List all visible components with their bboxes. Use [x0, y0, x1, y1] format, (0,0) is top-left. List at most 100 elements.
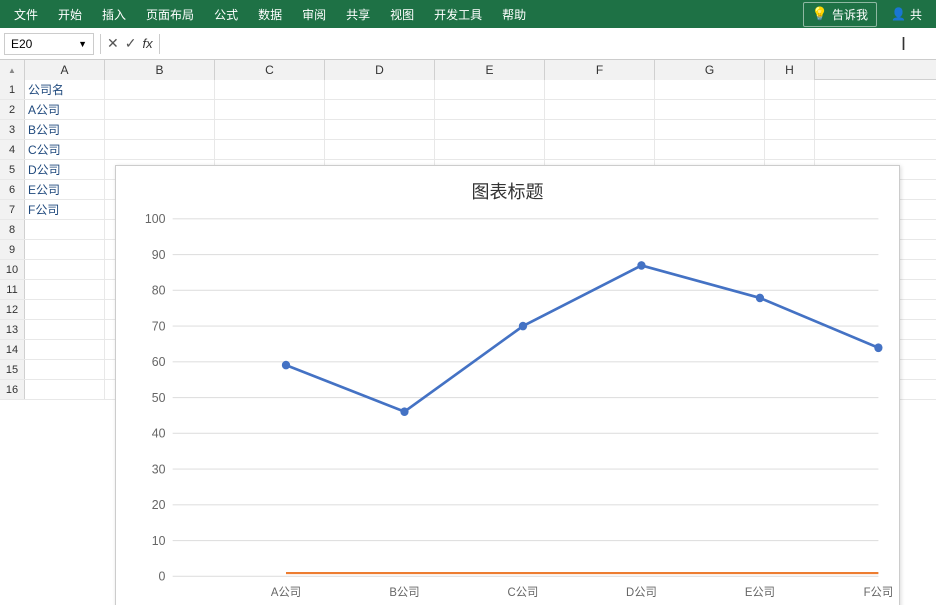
- tell-me-label: 告诉我: [832, 6, 868, 23]
- chart-area[interactable]: 图表标题 100 90 80 70 60 50 40 30 20 10 0: [115, 165, 900, 605]
- cell-d2[interactable]: [325, 100, 435, 119]
- cell-e3[interactable]: [435, 120, 545, 139]
- cell-c1[interactable]: [215, 80, 325, 99]
- row-number: 3: [0, 120, 25, 139]
- menu-insert[interactable]: 插入: [92, 2, 136, 27]
- table-row[interactable]: 2 A公司: [0, 100, 936, 120]
- cell-a7[interactable]: F公司: [25, 200, 105, 219]
- cell-d3[interactable]: [325, 120, 435, 139]
- menu-view[interactable]: 视图: [380, 2, 424, 27]
- formula-bar: E20 ▼ ✕ ✓ fx I: [0, 28, 936, 60]
- cell-a9[interactable]: [25, 240, 105, 259]
- cell-d4[interactable]: [325, 140, 435, 159]
- menu-review[interactable]: 审阅: [292, 2, 336, 27]
- cell-f1[interactable]: [545, 80, 655, 99]
- cell-h1[interactable]: [765, 80, 815, 99]
- col-header-a[interactable]: A: [25, 60, 105, 80]
- table-row[interactable]: 1 公司名: [0, 80, 936, 100]
- table-row[interactable]: 4 C公司: [0, 140, 936, 160]
- menu-share[interactable]: 共享: [336, 2, 380, 27]
- chart-svg: 100 90 80 70 60 50 40 30 20 10 0 A公司 B公司…: [116, 208, 899, 598]
- menu-help[interactable]: 帮助: [492, 2, 536, 27]
- cell-h3[interactable]: [765, 120, 815, 139]
- cell-b4[interactable]: [105, 140, 215, 159]
- menu-home[interactable]: 开始: [48, 2, 92, 27]
- cell-a11[interactable]: [25, 280, 105, 299]
- menu-layout[interactable]: 页面布局: [136, 2, 204, 27]
- menu-file[interactable]: 文件: [4, 2, 48, 27]
- cell-c3[interactable]: [215, 120, 325, 139]
- formula-input[interactable]: [166, 33, 932, 55]
- confirm-icon[interactable]: ✓: [125, 35, 137, 52]
- cell-g2[interactable]: [655, 100, 765, 119]
- user-button[interactable]: 👤 共: [881, 2, 932, 27]
- row-number: 1: [0, 80, 25, 99]
- col-header-f[interactable]: F: [545, 60, 655, 80]
- chart-title: 图表标题: [116, 166, 899, 208]
- table-row[interactable]: 3 B公司: [0, 120, 936, 140]
- row-number: 7: [0, 200, 25, 219]
- cell-g3[interactable]: [655, 120, 765, 139]
- row-number: 16: [0, 380, 25, 399]
- col-header-g[interactable]: G: [655, 60, 765, 80]
- user-label: 共: [910, 6, 922, 23]
- row-number: 2: [0, 100, 25, 119]
- cell-reference-box[interactable]: E20 ▼: [4, 33, 94, 55]
- corner-cell: ▲: [0, 60, 25, 80]
- col-header-h[interactable]: H: [765, 60, 815, 80]
- svg-text:30: 30: [152, 462, 166, 476]
- svg-text:D公司: D公司: [626, 586, 657, 598]
- cell-h2[interactable]: [765, 100, 815, 119]
- col-header-d[interactable]: D: [325, 60, 435, 80]
- cell-a5[interactable]: D公司: [25, 160, 105, 179]
- bulb-icon: 💡: [812, 6, 828, 22]
- cell-f3[interactable]: [545, 120, 655, 139]
- cell-g4[interactable]: [655, 140, 765, 159]
- cell-a10[interactable]: [25, 260, 105, 279]
- cell-b1[interactable]: [105, 80, 215, 99]
- menu-developer[interactable]: 开发工具: [424, 2, 492, 27]
- corner-triangle: ▲: [8, 66, 16, 75]
- cell-b2[interactable]: [105, 100, 215, 119]
- cell-h4[interactable]: [765, 140, 815, 159]
- cell-a16[interactable]: [25, 380, 105, 399]
- cell-a6[interactable]: E公司: [25, 180, 105, 199]
- menu-data[interactable]: 数据: [248, 2, 292, 27]
- cell-a13[interactable]: [25, 320, 105, 339]
- menu-formula[interactable]: 公式: [204, 2, 248, 27]
- cell-b3[interactable]: [105, 120, 215, 139]
- cell-a14[interactable]: [25, 340, 105, 359]
- cell-g1[interactable]: [655, 80, 765, 99]
- spreadsheet: ▲ A B C D E F G H 1 公司名 2 A公司 3 B公司: [0, 60, 936, 605]
- cell-c2[interactable]: [215, 100, 325, 119]
- menu-bar: 文件 开始 插入 页面布局 公式 数据 审阅 共享 视图 开发工具 帮助 💡 告…: [0, 0, 936, 28]
- svg-text:A公司: A公司: [271, 586, 301, 598]
- col-header-e[interactable]: E: [435, 60, 545, 80]
- cell-c4[interactable]: [215, 140, 325, 159]
- cell-a15[interactable]: [25, 360, 105, 379]
- cancel-icon[interactable]: ✕: [107, 35, 119, 52]
- cell-f4[interactable]: [545, 140, 655, 159]
- cell-f2[interactable]: [545, 100, 655, 119]
- row-number: 14: [0, 340, 25, 359]
- dropdown-icon[interactable]: ▼: [78, 39, 87, 49]
- cell-e4[interactable]: [435, 140, 545, 159]
- col-header-b[interactable]: B: [105, 60, 215, 80]
- svg-text:B公司: B公司: [389, 586, 419, 598]
- cell-a3[interactable]: B公司: [25, 120, 105, 139]
- row-number: 15: [0, 360, 25, 379]
- formula-bar-divider: [100, 34, 101, 54]
- cell-a2[interactable]: A公司: [25, 100, 105, 119]
- cell-a1[interactable]: 公司名: [25, 80, 105, 99]
- cell-e1[interactable]: [435, 80, 545, 99]
- cell-a12[interactable]: [25, 300, 105, 319]
- svg-text:50: 50: [152, 391, 166, 405]
- cell-a4[interactable]: C公司: [25, 140, 105, 159]
- col-header-c[interactable]: C: [215, 60, 325, 80]
- cell-a8[interactable]: [25, 220, 105, 239]
- svg-text:20: 20: [152, 498, 166, 512]
- cell-d1[interactable]: [325, 80, 435, 99]
- svg-text:F公司: F公司: [864, 586, 894, 598]
- cell-e2[interactable]: [435, 100, 545, 119]
- tell-me-button[interactable]: 💡 告诉我: [803, 2, 877, 27]
